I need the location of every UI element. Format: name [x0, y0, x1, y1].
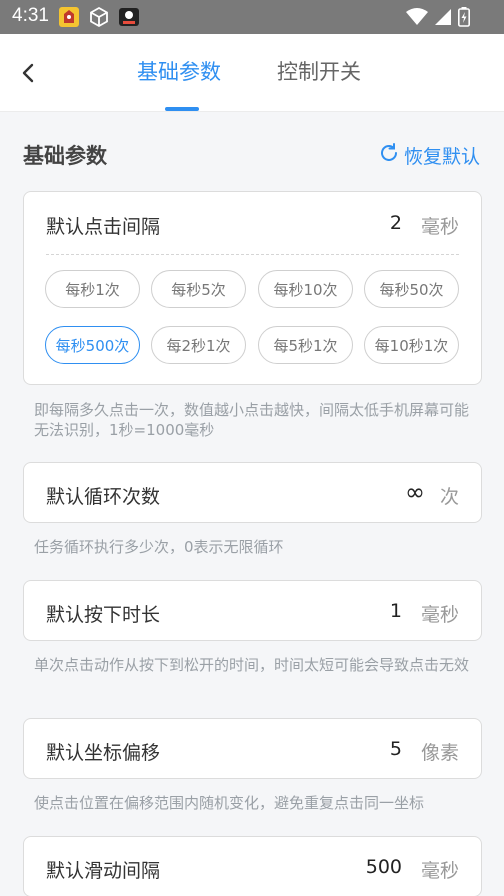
app-notification-icon — [58, 6, 80, 28]
app-badge-icon — [118, 6, 140, 28]
press-duration-card: 默认按下时长 1 毫秒 — [23, 580, 482, 641]
swipe-interval-value[interactable]: 500 — [366, 856, 402, 878]
preset-chip[interactable]: 每秒1次 — [45, 270, 140, 308]
click-interval-hint: 即每隔多久点击一次，数值越小点击越快，间隔太低手机屏幕可能无法识别，1秒=100… — [34, 401, 470, 439]
signal-icon — [434, 8, 452, 30]
coord-offset-card: 默认坐标偏移 5 像素 — [23, 718, 482, 779]
click-interval-card: 默认点击间隔 2 毫秒 每秒1次 每秒5次 每秒10次 每秒50次 每秒500次… — [23, 191, 482, 385]
tab-basic-params[interactable]: 基础参数 — [137, 56, 221, 86]
preset-chip[interactable]: 每秒5次 — [151, 270, 246, 308]
refresh-icon — [378, 142, 400, 169]
loop-count-card: 默认循环次数 ∞ 次 — [23, 462, 482, 523]
app-bar: 基础参数 控制开关 — [0, 34, 504, 112]
swipe-interval-label: 默认滑动间隔 — [46, 860, 161, 882]
click-interval-unit: 毫秒 — [420, 216, 459, 238]
preset-chip[interactable]: 每秒10次 — [258, 270, 353, 308]
section-title: 基础参数 — [23, 144, 107, 168]
loop-count-label: 默认循环次数 — [46, 486, 161, 508]
loop-count-unit: 次 — [439, 486, 459, 508]
back-arrow-icon[interactable] — [16, 60, 42, 86]
coord-offset-value[interactable]: 5 — [390, 738, 402, 760]
coord-offset-label: 默认坐标偏移 — [46, 742, 161, 764]
tab-indicator — [165, 107, 199, 111]
press-duration-label: 默认按下时长 — [46, 604, 161, 626]
tab-control-switches[interactable]: 控制开关 — [277, 56, 361, 86]
coord-offset-hint: 使点击位置在偏移范围内随机变化，避免重复点击同一坐标 — [34, 794, 425, 812]
status-bar: 4:31 — [0, 0, 504, 34]
status-time: 4:31 — [12, 5, 49, 26]
wifi-icon — [406, 8, 428, 30]
status-right — [406, 7, 470, 31]
swipe-interval-card: 默认滑动间隔 500 毫秒 — [23, 836, 482, 896]
divider — [46, 254, 459, 255]
loop-count-hint: 任务循环执行多少次，0表示无限循环 — [34, 538, 284, 556]
coord-offset-unit: 像素 — [420, 742, 459, 764]
preset-chip[interactable]: 每秒50次 — [364, 270, 459, 308]
loop-count-value[interactable]: ∞ — [405, 478, 425, 506]
preset-chip[interactable]: 每10秒1次 — [364, 326, 459, 364]
press-duration-value[interactable]: 1 — [390, 600, 402, 622]
press-duration-hint: 单次点击动作从按下到松开的时间，时间太短可能会导致点击无效 — [34, 656, 470, 674]
preset-chip[interactable]: 每5秒1次 — [258, 326, 353, 364]
cube-icon — [88, 6, 110, 28]
preset-chip-selected[interactable]: 每秒500次 — [45, 326, 140, 364]
swipe-interval-unit: 毫秒 — [420, 860, 459, 882]
click-interval-label: 默认点击间隔 — [46, 216, 161, 238]
preset-chip[interactable]: 每2秒1次 — [151, 326, 246, 364]
click-interval-value[interactable]: 2 — [390, 212, 402, 234]
restore-default-button[interactable]: 恢复默认 — [378, 142, 480, 169]
restore-default-label: 恢复默认 — [403, 146, 480, 168]
battery-icon — [458, 7, 470, 31]
press-duration-unit: 毫秒 — [420, 604, 459, 626]
